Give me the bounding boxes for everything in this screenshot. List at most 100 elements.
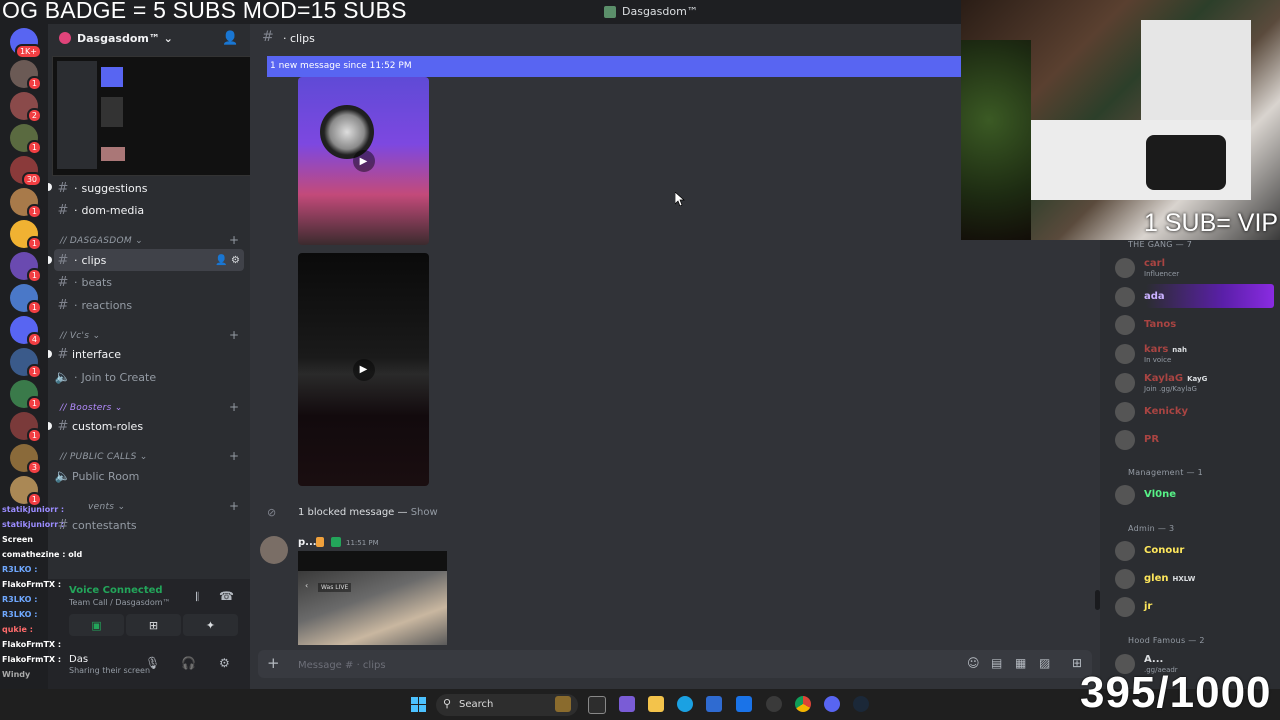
video-attachment[interactable]: ▶: [298, 77, 429, 245]
emoji-icon[interactable]: ☺: [967, 656, 980, 670]
server-icon[interactable]: 1: [10, 348, 42, 379]
category-boosters[interactable]: // Boosters ⌄: [60, 403, 123, 413]
server-icon[interactable]: 1: [10, 252, 42, 283]
disconnect-icon[interactable]: ☎: [219, 589, 234, 603]
task-view-icon[interactable]: [588, 696, 606, 714]
server-icon[interactable]: 1: [10, 284, 42, 315]
member-item[interactable]: KaylaG KayG Join .gg/KaylaG: [1115, 371, 1275, 395]
category-events[interactable]: vents ⌄: [88, 502, 125, 512]
invite-icon[interactable]: 👤: [215, 255, 227, 266]
play-icon[interactable]: ▶: [352, 358, 375, 381]
member-item[interactable]: Conour: [1115, 539, 1275, 563]
image-icon[interactable]: ▨: [1039, 656, 1050, 670]
member-item[interactable]: Tanos: [1115, 313, 1275, 337]
attach-plus-icon[interactable]: +: [267, 654, 280, 672]
pinned-app-icon[interactable]: [555, 696, 571, 712]
server-icon[interactable]: 1: [10, 220, 42, 251]
headphones-icon[interactable]: 🎧: [181, 656, 196, 670]
channel-suggestions[interactable]: # · suggestions: [54, 177, 244, 199]
back-chevron-icon: ‹: [305, 581, 309, 590]
voice-status[interactable]: Voice Connected: [69, 585, 163, 596]
server-icon[interactable]: 3: [10, 444, 42, 475]
video-icon: ▣: [91, 618, 102, 632]
member-item[interactable]: jr: [1115, 595, 1275, 619]
member-name: jr: [1144, 601, 1153, 612]
category-public-calls[interactable]: // PUBLIC CALLS ⌄: [60, 452, 148, 462]
member-activity: In voice: [1144, 356, 1172, 365]
channel-beats[interactable]: # · beats: [54, 271, 244, 293]
server-icon[interactable]: 1: [10, 188, 42, 219]
member-item[interactable]: ada: [1115, 285, 1275, 309]
play-icon[interactable]: ▶: [352, 150, 375, 172]
member-item[interactable]: glen HXLW: [1115, 567, 1275, 591]
channel-interface[interactable]: # interface: [54, 343, 244, 365]
member-item[interactable]: Kenicky: [1115, 400, 1275, 424]
server-icon[interactable]: 4: [10, 316, 42, 347]
message-author[interactable]: p...: [298, 537, 317, 548]
screenshare-preview[interactable]: [52, 56, 268, 176]
outlook-icon[interactable]: [736, 696, 752, 712]
add-channel-icon[interactable]: +: [229, 449, 239, 463]
store-icon[interactable]: [706, 696, 722, 712]
avatar: [1115, 258, 1135, 278]
member-tag: HXLW: [1172, 575, 1196, 583]
avatar[interactable]: [260, 536, 288, 564]
invite-icon[interactable]: 👤: [222, 31, 238, 46]
video-attachment[interactable]: ▶: [298, 253, 429, 486]
microphone-icon[interactable]: 🎙: [145, 656, 160, 670]
add-channel-icon[interactable]: +: [229, 400, 239, 414]
new-messages-bar[interactable]: 1 new message since 11:52 PM: [267, 56, 961, 77]
direct-messages-icon[interactable]: 1K+: [10, 28, 42, 59]
stream-chat-line: R3LKO :: [2, 610, 38, 619]
gif-icon[interactable]: ▤: [991, 656, 1002, 670]
add-channel-icon[interactable]: +: [229, 499, 239, 513]
server-icon[interactable]: 1: [10, 60, 42, 91]
voice-channel-name[interactable]: Team Call / Dasgasdom™: [69, 598, 171, 607]
add-channel-icon[interactable]: +: [229, 328, 239, 342]
show-blocked-link[interactable]: Show: [411, 507, 438, 518]
steam-icon[interactable]: [853, 696, 869, 712]
channel-custom-roles[interactable]: # custom-roles: [54, 415, 244, 437]
gear-icon[interactable]: ⚙: [231, 255, 240, 266]
server-icon[interactable]: 1: [10, 476, 42, 507]
member-item[interactable]: PR: [1115, 428, 1275, 452]
guild-name-dropdown[interactable]: Dasgasdom™ ⌄: [77, 32, 173, 45]
message-input[interactable]: [298, 658, 798, 672]
server-icon[interactable]: 30: [10, 156, 42, 187]
image-attachment[interactable]: [298, 551, 447, 645]
settings-gear-icon[interactable]: ⚙: [219, 656, 230, 670]
video-button[interactable]: ▣: [69, 614, 124, 636]
member-item[interactable]: carl Influencer: [1115, 256, 1275, 280]
hash-icon: #: [57, 418, 69, 434]
server-icon[interactable]: 1: [10, 380, 42, 411]
server-icon[interactable]: 2: [10, 92, 42, 123]
server-icon[interactable]: 1: [10, 412, 42, 443]
user-name[interactable]: Das: [69, 654, 88, 665]
channel-reactions[interactable]: # · reactions: [54, 294, 244, 316]
screenshare-button[interactable]: ⊞: [126, 614, 181, 636]
windows-start-icon[interactable]: [411, 697, 427, 713]
server-icon[interactable]: 1: [10, 124, 42, 155]
channel-clips[interactable]: # · clips 👤 ⚙: [54, 249, 244, 271]
pinned-app-icon[interactable]: [766, 696, 782, 712]
noise-suppression-icon[interactable]: 𝄃: [196, 590, 199, 605]
member-item[interactable]: kars nah In voice: [1115, 342, 1275, 366]
pinned-app-icon[interactable]: [619, 696, 635, 712]
stream-chat-line: comathezine : old: [2, 550, 83, 559]
category-vcs[interactable]: // Vc's ⌄: [60, 331, 100, 341]
sticker-icon[interactable]: ▦: [1015, 656, 1026, 670]
file-explorer-icon[interactable]: [648, 696, 664, 712]
discord-icon[interactable]: [824, 696, 840, 712]
add-channel-icon[interactable]: +: [229, 233, 239, 247]
voice-public-room[interactable]: 🔈 Public Room: [54, 465, 244, 487]
member-group-header: THE GANG — 7: [1128, 240, 1193, 249]
chrome-icon[interactable]: [795, 696, 811, 712]
activity-button[interactable]: ✦: [183, 614, 238, 636]
member-item[interactable]: Vl0ne: [1115, 483, 1275, 507]
channel-dom-media[interactable]: # · dom-media: [54, 199, 244, 221]
voice-join-to-create[interactable]: 🔈 · Join to Create: [54, 366, 244, 388]
edge-icon[interactable]: [677, 696, 693, 712]
channel-contestants[interactable]: # contestants: [54, 514, 244, 536]
category-dasgasdom[interactable]: // DASGASDOM ⌄: [60, 236, 143, 246]
was-live-label: Was LIVE: [318, 583, 352, 592]
